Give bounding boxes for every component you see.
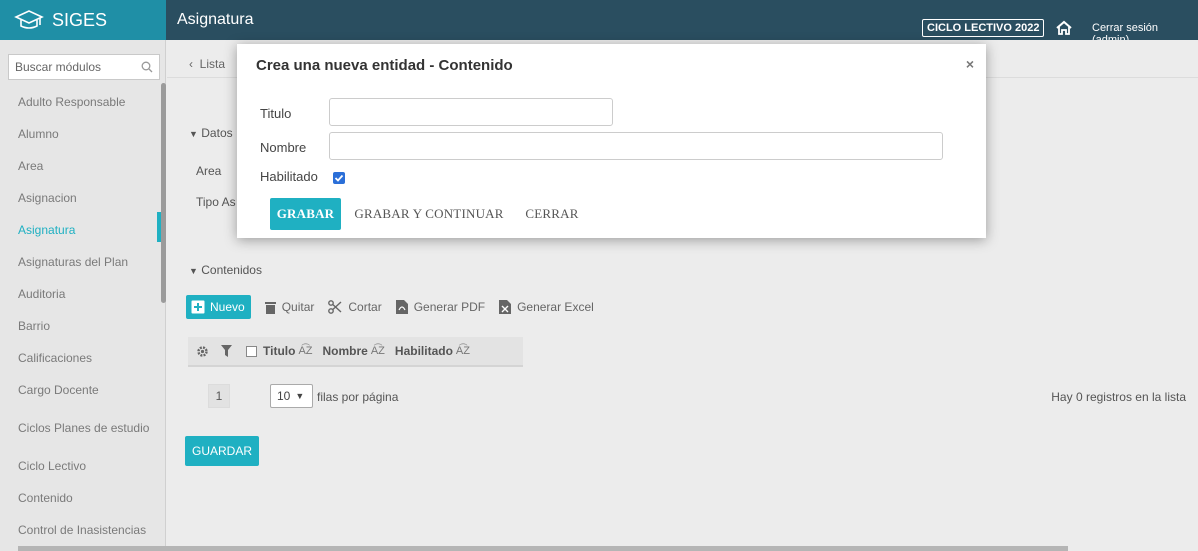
sidebar-item-barrio[interactable]: Barrio	[0, 310, 158, 342]
plus-square-icon	[191, 300, 205, 314]
titulo-column-label: Titulo	[263, 344, 296, 358]
sort-az-icon: A͡Z	[455, 345, 470, 357]
rows-per-page-select[interactable]: 10 ▼	[270, 384, 313, 408]
sort-az-icon: A͡Z	[370, 345, 385, 357]
caret-down-icon: ▼	[189, 129, 198, 139]
datos-section-toggle[interactable]: ▼ Datos	[189, 126, 233, 140]
trash-icon	[264, 301, 276, 314]
sidebar-item-asignacion[interactable]: Asignacion	[0, 182, 158, 214]
rows-per-page-label: filas por página	[317, 390, 399, 404]
sort-az-icon: A͡Z	[298, 345, 313, 357]
cortar-button[interactable]: Cortar	[328, 300, 382, 314]
brand-name: SIGES	[52, 9, 108, 30]
generar-excel-button[interactable]: Generar Excel	[499, 300, 594, 314]
sidebar-item-adulto-responsable[interactable]: Adulto Responsable	[0, 86, 158, 118]
pdf-file-icon	[395, 300, 408, 314]
sidebar-item-auditoria[interactable]: Auditoria	[0, 278, 158, 310]
sidebar: Adulto Responsable Alumno Area Asignacio…	[0, 40, 166, 551]
nombre-column-label: Nombre	[322, 344, 368, 358]
horizontal-scrollbar[interactable]	[18, 546, 1068, 551]
caret-down-icon: ▼	[189, 266, 198, 276]
checkmark-icon	[334, 174, 344, 182]
chevron-down-icon: ▼	[295, 391, 305, 401]
sidebar-item-asignatura[interactable]: Asignatura	[0, 214, 158, 246]
active-item-marker	[157, 212, 161, 242]
home-icon[interactable]	[1054, 19, 1074, 37]
gear-icon[interactable]	[196, 345, 209, 358]
search-input[interactable]	[15, 60, 135, 74]
new-entity-dialog: Crea una nueva entidad - Contenido × Tit…	[237, 44, 986, 238]
sidebar-item-cargo-docente[interactable]: Cargo Docente	[0, 374, 158, 406]
sidebar-item-contenido[interactable]: Contenido	[0, 482, 158, 514]
sidebar-item-ciclos-planes[interactable]: Ciclos Planes de estudio	[0, 406, 158, 450]
record-count: Hay 0 registros en la lista	[1051, 390, 1186, 404]
sidebar-scrollbar[interactable]	[161, 83, 166, 303]
contenidos-section-label: Contenidos	[201, 263, 262, 277]
chevron-left-icon: ‹	[189, 57, 200, 71]
area-label: Area	[196, 164, 222, 178]
titulo-label: Titulo	[260, 106, 292, 121]
scissors-icon	[328, 300, 342, 314]
ciclo-lectivo-badge[interactable]: CICLO LECTIVO 2022	[922, 19, 1045, 37]
contenidos-grid-header: Titulo A͡Z Nombre A͡Z Habilitado A͡Z	[188, 337, 523, 367]
module-title: Asignatura	[177, 11, 254, 28]
page-number-button[interactable]: 1	[208, 384, 230, 408]
nuevo-button[interactable]: Nuevo	[186, 295, 251, 319]
nombre-input[interactable]	[329, 132, 943, 160]
breadcrumb-back-link[interactable]: ‹ Lista	[189, 57, 225, 71]
nombre-label: Nombre	[260, 140, 307, 155]
sidebar-item-alumno[interactable]: Alumno	[0, 118, 158, 150]
generar-excel-label: Generar Excel	[517, 300, 594, 314]
column-header-habilitado[interactable]: Habilitado A͡Z	[395, 344, 470, 358]
grabar-button[interactable]: GRABAR	[270, 198, 341, 230]
habilitado-label: Habilitado	[260, 169, 318, 184]
sidebar-item-control-inasistencias[interactable]: Control de Inasistencias	[0, 514, 158, 546]
rows-per-page-value: 10	[277, 389, 291, 403]
breadcrumb-label: Lista	[199, 57, 226, 71]
cortar-label: Cortar	[348, 300, 382, 314]
tipo-label: Tipo As	[196, 195, 236, 209]
close-icon[interactable]: ×	[966, 56, 974, 72]
datos-section-label: Datos	[201, 126, 233, 140]
titulo-input[interactable]	[329, 98, 613, 126]
graduation-cap-icon	[14, 10, 44, 29]
contenidos-section-toggle[interactable]: ▼ Contenidos	[189, 263, 262, 277]
habilitado-column-label: Habilitado	[394, 344, 453, 358]
select-all-checkbox[interactable]	[246, 345, 257, 357]
sidebar-item-area[interactable]: Area	[0, 150, 158, 182]
quitar-button[interactable]: Quitar	[264, 300, 315, 314]
habilitado-checkbox[interactable]	[333, 172, 345, 184]
quitar-label: Quitar	[281, 300, 315, 314]
dialog-title: Crea una nueva entidad - Contenido	[256, 57, 513, 74]
nuevo-label: Nuevo	[210, 300, 245, 314]
module-search	[8, 54, 160, 80]
sidebar-item-ciclo-lectivo[interactable]: Ciclo Lectivo	[0, 450, 158, 482]
top-bar: SIGES Asignatura CICLO LECTIVO 2022 Cerr…	[0, 0, 1198, 46]
excel-file-icon	[499, 300, 512, 314]
sidebar-item-asignaturas-del-plan[interactable]: Asignaturas del Plan	[0, 246, 158, 278]
guardar-button[interactable]: GUARDAR	[185, 436, 259, 466]
generar-pdf-label: Generar PDF	[413, 300, 486, 314]
search-icon[interactable]	[141, 61, 153, 73]
sidebar-item-calificaciones[interactable]: Calificaciones	[0, 342, 158, 374]
contenidos-toolbar: Nuevo Quitar Cortar Generar PDF Generar …	[186, 294, 594, 320]
brand-logo[interactable]: SIGES	[0, 0, 166, 40]
module-menu: Adulto Responsable Alumno Area Asignacio…	[0, 86, 158, 546]
filter-icon[interactable]	[221, 345, 232, 357]
column-header-nombre[interactable]: Nombre A͡Z	[323, 344, 385, 358]
generar-pdf-button[interactable]: Generar PDF	[395, 300, 486, 314]
grabar-y-continuar-button[interactable]: GRABAR Y CONTINUAR	[349, 198, 509, 230]
column-header-titulo[interactable]: Titulo A͡Z	[263, 344, 313, 358]
cerrar-button[interactable]: CERRAR	[517, 198, 587, 230]
